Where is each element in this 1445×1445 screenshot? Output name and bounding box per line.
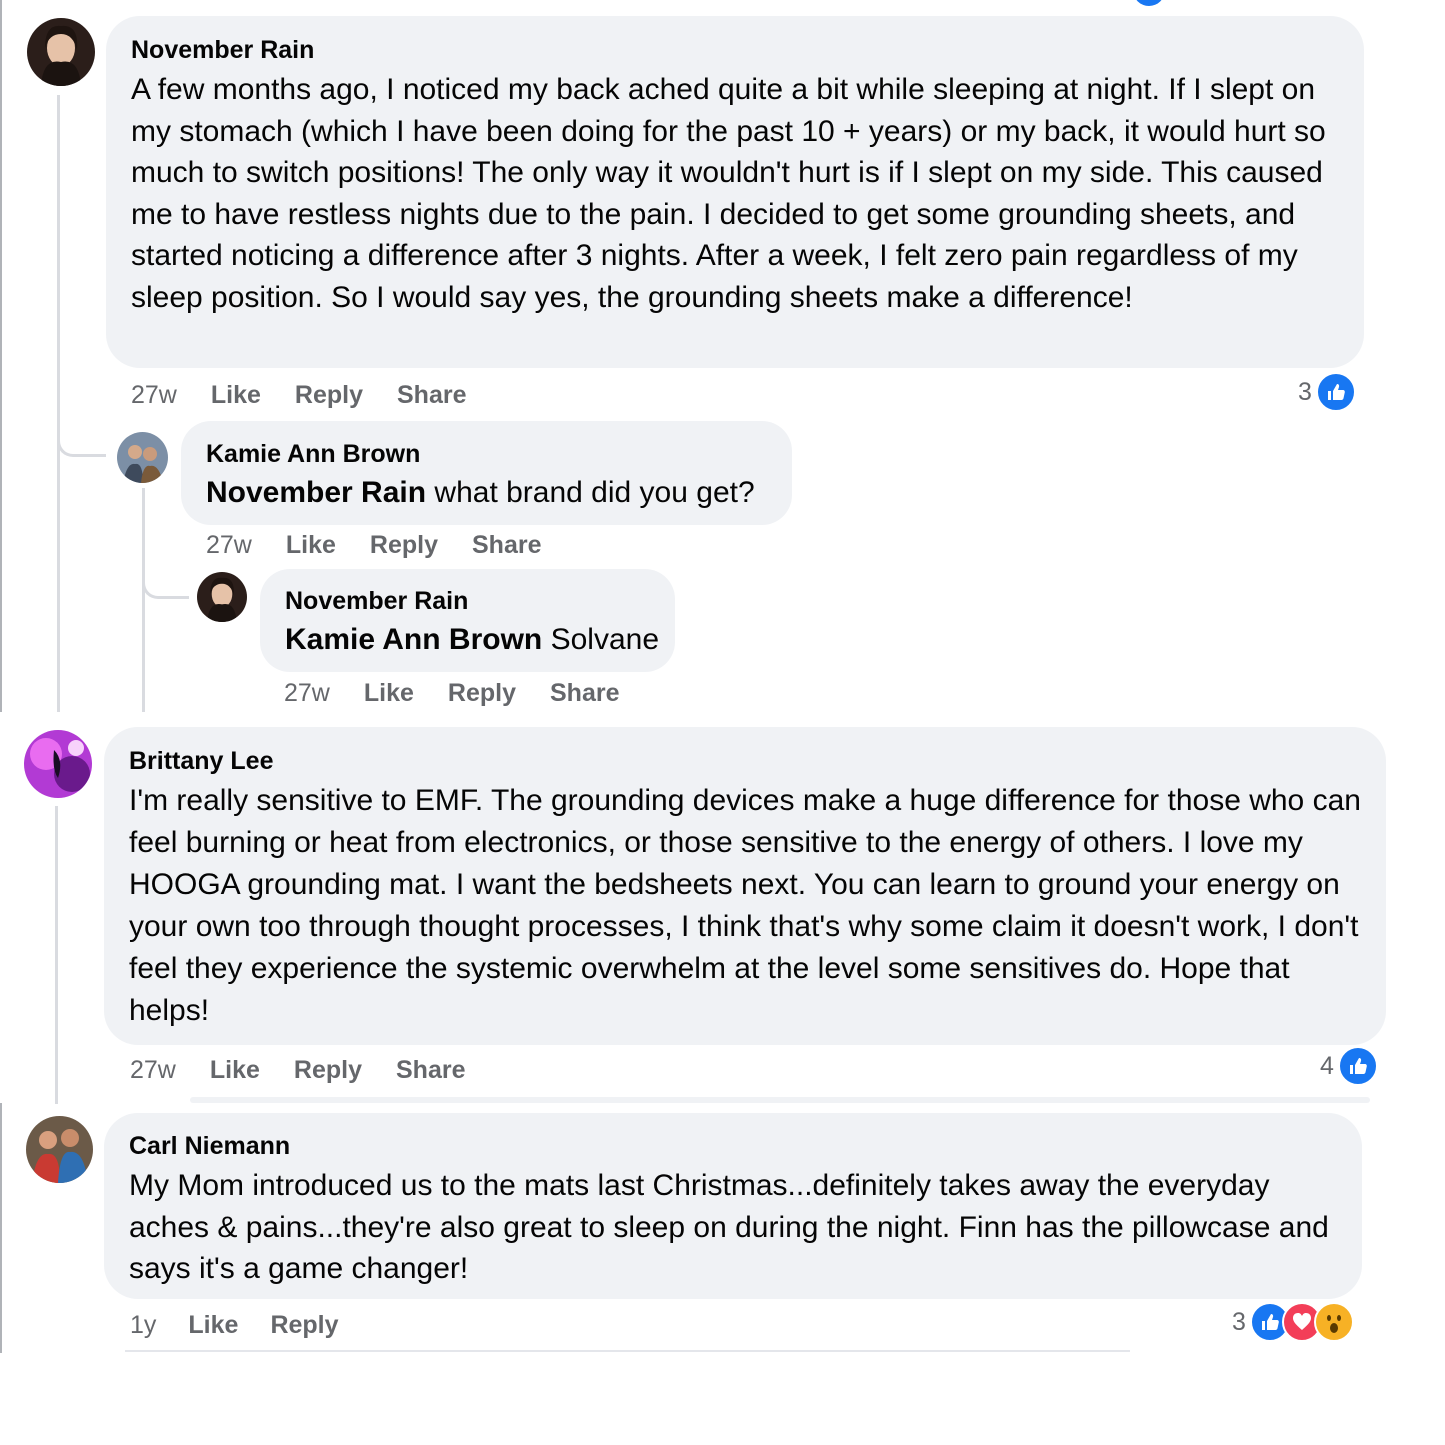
comment-author[interactable]: November Rain xyxy=(131,35,1364,65)
share-button[interactable]: Share xyxy=(550,679,619,708)
comment-author[interactable]: November Rain xyxy=(285,586,675,616)
reply-button[interactable]: Reply xyxy=(270,1311,338,1340)
comment-author[interactable]: Carl Niemann xyxy=(129,1131,1362,1161)
thread-line xyxy=(55,806,58,1104)
mention-link[interactable]: Kamie Ann Brown xyxy=(285,623,542,656)
avatar-photo-icon xyxy=(26,1116,93,1183)
comment-bubble: November Rain Kamie Ann Brown Solvane xyxy=(260,569,675,672)
comment-bubble: Carl Niemann My Mom introduced us to the… xyxy=(104,1113,1362,1299)
reaction-count: 4 xyxy=(1320,1051,1334,1080)
comment-text: I'm really sensitive to EMF. The groundi… xyxy=(129,784,1361,1027)
section-divider xyxy=(0,712,1445,724)
like-button[interactable]: Like xyxy=(286,531,336,560)
mention-link[interactable]: November Rain xyxy=(206,476,426,509)
like-button[interactable]: Like xyxy=(211,381,261,410)
share-button[interactable]: Share xyxy=(472,531,541,560)
thread-branch xyxy=(57,418,106,457)
like-icon xyxy=(1337,1046,1378,1086)
comment-actions: 27w Like Reply Share xyxy=(284,678,653,708)
comment-author[interactable]: Brittany Lee xyxy=(129,746,1386,776)
like-button[interactable]: Like xyxy=(364,679,414,708)
like-icon xyxy=(1315,372,1356,412)
avatar-photo-icon xyxy=(24,730,92,798)
reply-button[interactable]: Reply xyxy=(295,381,363,410)
share-button[interactable]: Share xyxy=(397,381,466,410)
reaction-count: 3 xyxy=(1298,377,1312,406)
left-border xyxy=(0,1103,2,1353)
avatar[interactable] xyxy=(26,1116,93,1183)
cropped-reaction-icon xyxy=(1133,0,1165,6)
like-button[interactable]: Like xyxy=(210,1056,260,1085)
reaction-summary[interactable]: 3 xyxy=(1298,372,1356,412)
comment-text: My Mom introduced us to the mats last Ch… xyxy=(129,1169,1329,1285)
thread-line xyxy=(57,95,60,715)
avatar-photo-icon xyxy=(117,432,168,483)
comment-author[interactable]: Kamie Ann Brown xyxy=(206,439,792,469)
comment-bubble: November Rain A few months ago, I notice… xyxy=(106,16,1364,368)
comment-actions: 27w Like Reply Share xyxy=(131,380,500,410)
comment-text: Solvane xyxy=(542,623,659,656)
avatar[interactable] xyxy=(24,730,92,798)
comment-text: A few months ago, I noticed my back ache… xyxy=(131,73,1326,314)
comment-time[interactable]: 27w xyxy=(206,531,252,560)
comment-time[interactable]: 1y xyxy=(130,1311,156,1340)
comment-time[interactable]: 27w xyxy=(284,679,330,708)
share-button[interactable]: Share xyxy=(396,1056,465,1085)
avatar-photo-icon xyxy=(197,572,247,622)
reply-button[interactable]: Reply xyxy=(448,679,516,708)
comment-text: what brand did you get? xyxy=(426,476,755,509)
comment-actions: 27w Like Reply Share xyxy=(206,530,575,560)
reaction-summary[interactable]: 4 xyxy=(1320,1046,1378,1086)
comment-actions: 1y Like Reply xyxy=(130,1310,373,1340)
avatar[interactable] xyxy=(197,572,247,622)
comment-time[interactable]: 27w xyxy=(130,1056,176,1085)
comment-actions: 27w Like Reply Share xyxy=(130,1055,499,1085)
section-divider xyxy=(190,1097,1370,1103)
thread-line xyxy=(142,488,145,715)
reply-button[interactable]: Reply xyxy=(294,1056,362,1085)
like-button[interactable]: Like xyxy=(188,1311,238,1340)
avatar[interactable] xyxy=(117,432,168,483)
avatar-photo-icon xyxy=(27,18,95,86)
thread-branch xyxy=(142,560,189,599)
reply-button[interactable]: Reply xyxy=(370,531,438,560)
reaction-summary[interactable]: 3 xyxy=(1232,1302,1354,1342)
avatar[interactable] xyxy=(27,18,95,86)
wow-icon xyxy=(1313,1302,1354,1342)
bottom-divider xyxy=(125,1350,1130,1352)
reaction-count: 3 xyxy=(1232,1307,1246,1336)
left-border xyxy=(0,0,2,712)
comment-bubble: Brittany Lee I'm really sensitive to EMF… xyxy=(104,727,1386,1045)
comment-bubble: Kamie Ann Brown November Rain what brand… xyxy=(181,421,792,525)
comment-time[interactable]: 27w xyxy=(131,381,177,410)
